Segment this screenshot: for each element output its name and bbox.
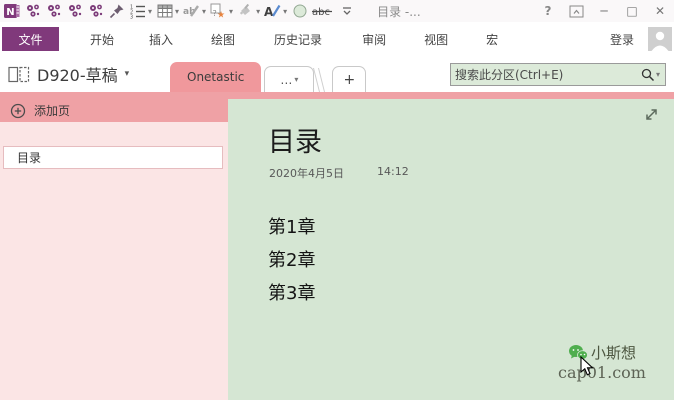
onenote-window: N 123 ▾ ▾ ab ▾ ? ★ ▾ ▾ A ▾ abc 目录 -... ?… <box>0 0 674 400</box>
title-bar: N 123 ▾ ▾ ab ▾ ? ★ ▾ ▾ A ▾ abc 目录 -... ?… <box>0 0 674 22</box>
notebook-name: D920-草稿 <box>37 66 118 85</box>
avatar[interactable] <box>648 27 672 51</box>
minimize-button[interactable]: ─ <box>590 0 618 22</box>
page-body[interactable]: 第1章 第2章 第3章 <box>268 213 315 312</box>
ribbon-display-button[interactable] <box>562 0 590 22</box>
search-box: ▾ <box>450 63 666 86</box>
stacked-tabs-decoration <box>313 68 333 92</box>
plus-circle-icon <box>10 103 26 118</box>
section-color-strip <box>0 92 674 99</box>
svg-text:★: ★ <box>217 11 225 20</box>
close-button[interactable]: ✕ <box>646 0 674 22</box>
tag-star-dropdown[interactable]: ▾ <box>229 7 233 16</box>
watermark-name: 小斯想 <box>591 344 637 362</box>
customize-toolbar-icon[interactable] <box>338 3 355 20</box>
notebook-caret-icon: ▾ <box>124 69 130 79</box>
quick-access-toolbar: N 123 ▾ ▾ ab ▾ ? ★ ▾ ▾ A ▾ abc <box>3 3 355 20</box>
macro-1-icon[interactable] <box>24 3 41 20</box>
svg-text:N: N <box>6 7 14 18</box>
person-icon <box>651 31 669 51</box>
svg-text:3: 3 <box>130 15 133 20</box>
tab-macros[interactable]: 宏 <box>471 25 513 54</box>
macro-4-icon[interactable] <box>87 3 104 20</box>
mouse-cursor-icon <box>580 355 595 382</box>
body-line[interactable]: 第3章 <box>268 279 315 312</box>
page-title[interactable]: 目录 <box>268 120 322 159</box>
strikethrough-icon[interactable]: abc <box>312 3 334 20</box>
body-line[interactable]: 第2章 <box>268 246 315 279</box>
tab-view[interactable]: 视图 <box>409 25 463 54</box>
notebook-selector[interactable]: D920-草稿 ▾ <box>8 62 129 86</box>
tab-file[interactable]: 文件 <box>2 27 59 51</box>
paint-bucket-icon[interactable] <box>237 3 254 20</box>
full-page-view-icon[interactable] <box>644 107 659 122</box>
page-time: 14:12 <box>377 165 409 178</box>
search-icon[interactable] <box>641 68 655 82</box>
tab-insert[interactable]: 插入 <box>134 25 188 54</box>
page-list: 目录 <box>0 146 228 169</box>
green-circle-icon[interactable] <box>291 3 308 20</box>
add-page-button[interactable]: 添加页 <box>0 99 228 122</box>
page-list-item-selected[interactable]: 目录 <box>3 146 223 169</box>
strikethrough-letters: abc <box>312 7 330 18</box>
numbered-list-dropdown[interactable]: ▾ <box>148 7 152 16</box>
font-color-icon[interactable]: A <box>264 3 281 20</box>
tab-history[interactable]: 历史记录 <box>259 25 337 54</box>
table-icon[interactable] <box>156 3 173 20</box>
page-date: 2020年4月5日 <box>269 167 344 180</box>
tag-star-icon[interactable]: ? ★ <box>210 3 227 20</box>
watermark-site: cap01.com <box>558 363 646 382</box>
page-meta: 2020年4月5日 14:12 <box>269 165 409 181</box>
window-title: 目录 -... <box>377 4 421 19</box>
section-overflow-label: … <box>280 72 293 87</box>
section-overflow-tab[interactable]: … ▾ <box>264 66 315 92</box>
section-overflow-caret-icon: ▾ <box>294 75 299 84</box>
table-dropdown[interactable]: ▾ <box>175 7 179 16</box>
add-page-label: 添加页 <box>34 104 71 118</box>
navigation-row: D920-草稿 ▾ Onetastic … ▾ + ▾ <box>0 56 674 92</box>
section-tabs: Onetastic … ▾ + <box>170 62 367 92</box>
numbered-list-icon[interactable]: 123 <box>129 3 146 20</box>
search-controls: ▾ <box>641 68 665 82</box>
watermark: 小斯想 cap01.com <box>558 342 674 382</box>
notebook-icon <box>8 66 30 82</box>
macro-2-icon[interactable] <box>45 3 62 20</box>
tab-review[interactable]: 审阅 <box>347 25 401 54</box>
onenote-logo-icon: N <box>3 3 20 20</box>
body-line[interactable]: 第1章 <box>268 213 315 246</box>
page-canvas[interactable]: 目录 2020年4月5日 14:12 第1章 第2章 第3章 小斯想 cap01… <box>228 99 674 400</box>
window-controls: ? ─ □ ✕ <box>534 0 674 22</box>
ribbon-tab-row: 文件 开始 插入 绘图 历史记录 审阅 视图 宏 登录 <box>0 22 674 56</box>
tab-draw[interactable]: 绘图 <box>196 25 250 54</box>
help-button[interactable]: ? <box>534 0 562 22</box>
sign-in-link[interactable]: 登录 <box>610 31 648 48</box>
pin-icon[interactable] <box>108 3 125 20</box>
page-list-sidebar: 添加页 目录 <box>0 99 228 400</box>
paint-bucket-dropdown[interactable]: ▾ <box>256 7 260 16</box>
font-color-dropdown[interactable]: ▾ <box>283 7 287 16</box>
svg-text:A: A <box>264 5 274 19</box>
tab-home[interactable]: 开始 <box>75 25 129 54</box>
macro-3-icon[interactable] <box>66 3 83 20</box>
section-search-input[interactable] <box>451 67 641 82</box>
new-section-button[interactable]: + <box>332 66 367 92</box>
spelling-icon[interactable]: ab <box>183 3 200 20</box>
maximize-button[interactable]: □ <box>618 0 646 22</box>
spelling-dropdown[interactable]: ▾ <box>202 7 206 16</box>
search-scope-caret[interactable]: ▾ <box>656 70 660 79</box>
section-tab-onetastic[interactable]: Onetastic <box>170 62 262 92</box>
